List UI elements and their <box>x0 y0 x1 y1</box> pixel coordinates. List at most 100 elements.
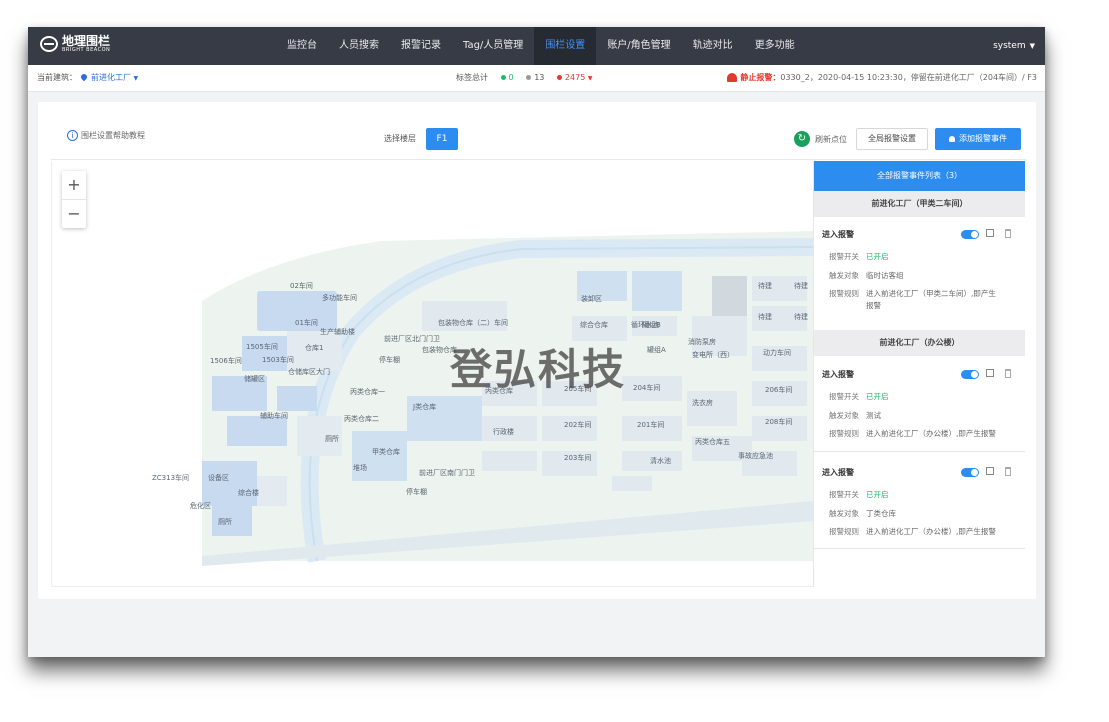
map-label: 丙类仓库二 <box>344 415 379 423</box>
rule-toggle[interactable] <box>961 468 979 477</box>
rule-target-row: 触发对象 丁类仓库 <box>829 508 896 519</box>
rule-rule-row: 报警规则 进入前进化工厂（办公楼）,即产生报警 <box>829 526 996 537</box>
map-label: 待建 <box>794 313 808 321</box>
nav-item-fence-settings[interactable]: 围栏设置 <box>534 27 597 65</box>
edit-icon[interactable] <box>986 467 994 475</box>
info-icon: i <box>67 130 78 141</box>
map-label: 消防泵房 <box>688 338 716 346</box>
rule-switch-row: 报警开关 已开启 <box>829 391 889 402</box>
trash-icon[interactable] <box>1005 229 1011 238</box>
trash-icon[interactable] <box>1005 369 1011 378</box>
map-label: 综合仓库 <box>580 321 608 329</box>
rule-rule-row: 报警规则 进入前进化工厂（办公楼）,即产生报警 <box>829 428 996 439</box>
map-label: 201车间 <box>637 421 665 429</box>
map-view[interactable]: + − 02车间 多功能车间 01车间 生产辅助楼 1505车间 1503车间 … <box>51 161 814 587</box>
map-label: 罐组B <box>642 321 661 329</box>
rule-toggle[interactable] <box>961 370 979 379</box>
fence-settings-card: i围栏设置帮助教程 选择楼层 F1 ↻ 刷新点位 全局报警设置 添加报警事件 <box>38 102 1036 599</box>
alarm-dot-icon <box>556 75 562 80</box>
edit-icon[interactable] <box>986 369 994 377</box>
trash-icon[interactable] <box>1005 467 1011 476</box>
rule-switch-row: 报警开关 已开启 <box>829 251 889 262</box>
rule-target-row: 触发对象 临时访客组 <box>829 270 904 281</box>
zoom-controls: + − <box>62 171 86 228</box>
map-label: 辅助车间 <box>260 412 288 420</box>
map-label: 1503车间 <box>262 356 294 364</box>
rule-rule-value: 进入前进化工厂（办公楼）,即产生报警 <box>866 527 996 536</box>
floor-label: 选择楼层 <box>384 134 416 143</box>
add-alarm-label: 添加报警事件 <box>959 134 1007 143</box>
nav-item-person-search[interactable]: 人员搜索 <box>328 27 390 65</box>
rule-key: 报警规则 <box>829 289 859 298</box>
rule-target-value: 测试 <box>866 411 881 420</box>
rule-key: 触发对象 <box>829 271 859 280</box>
rule-title: 进入报警 <box>822 370 854 379</box>
gray-block <box>712 276 747 316</box>
tag-stats: 标签总计 0 13 2475 ▼ <box>456 65 592 92</box>
rule-switch-value: 已开启 <box>866 252 889 261</box>
map-label: 厕所 <box>325 435 339 443</box>
map-canvas <box>202 231 814 566</box>
chevron-down-icon[interactable]: ▼ <box>588 75 593 82</box>
help-link[interactable]: i 围栏设置帮助教程 <box>67 130 145 141</box>
group-title: 前进化工厂（甲类二车间） <box>814 191 1025 217</box>
app-window: 地理围栏 BRIGHT BEACON 监控台 人员搜索 报警记录 Tag/人员管… <box>28 27 1045 657</box>
alarm-ticker[interactable]: 静止报警：0330_2，2020-04-15 10:23:30，停留在前进化工厂… <box>727 65 1037 91</box>
brand-name: 地理围栏 <box>62 34 111 48</box>
global-alarm-settings-button[interactable]: 全局报警设置 <box>856 128 928 150</box>
rule-key: 触发对象 <box>829 509 859 518</box>
map-label: 待建 <box>758 313 772 321</box>
map-label: 罐组A <box>647 346 666 354</box>
map-label: 208车间 <box>765 418 793 426</box>
add-alarm-event-button[interactable]: 添加报警事件 <box>935 128 1021 150</box>
rule-target-row: 触发对象 测试 <box>829 410 881 421</box>
map-label: 01车间 <box>295 319 318 327</box>
edit-icon[interactable] <box>986 229 994 237</box>
location-pin-icon <box>79 72 89 82</box>
map-label: 危化区 <box>190 502 211 510</box>
rule-target-value: 临时访客组 <box>866 271 904 280</box>
map-label: 1505车间 <box>246 343 278 351</box>
rule-key: 报警开关 <box>829 490 859 499</box>
map-label: 设备区 <box>208 474 229 482</box>
zoom-in-button[interactable]: + <box>62 171 86 200</box>
site-label: 当前建筑： <box>37 73 77 82</box>
map-label: 仓库1 <box>305 344 324 352</box>
map-label: 甲类仓库 <box>372 448 400 456</box>
alarm-list-header[interactable]: 全部报警事件列表（3） <box>814 161 1025 191</box>
refresh-icon[interactable]: ↻ <box>794 131 810 147</box>
card-toolbar: i 围栏设置帮助教程 选择楼层 F1 ↻ 刷新点位 全局报警设置 添加报警事件 <box>51 121 1026 160</box>
nav-item-tag-management[interactable]: Tag/人员管理 <box>452 27 534 65</box>
rule-target-value: 丁类仓库 <box>866 509 896 518</box>
map-label: 停车棚 <box>406 488 427 496</box>
rule-key: 报警开关 <box>829 252 859 261</box>
brand-logo[interactable]: 地理围栏 BRIGHT BEACON <box>40 35 110 53</box>
chevron-down-icon: ▼ <box>1029 42 1035 50</box>
site-name: 前进化工厂 <box>91 73 131 82</box>
nav-item-more[interactable]: 更多功能 <box>744 27 806 65</box>
online-dot-icon <box>500 75 506 80</box>
rule-key: 报警规则 <box>829 429 859 438</box>
alarm-label: 静止报警： <box>740 73 781 82</box>
map-label: 厕所 <box>218 518 232 526</box>
rule-toggle[interactable] <box>961 230 979 239</box>
stats-label: 标签总计 <box>456 73 488 82</box>
site-selector[interactable]: 当前建筑： 前进化工厂 ▼ <box>37 65 138 92</box>
floor-button-f1[interactable]: F1 <box>426 128 458 150</box>
map-label: 丙类仓库一 <box>350 388 385 396</box>
map-label: J类仓库 <box>413 403 437 411</box>
map-label: 203车间 <box>564 454 592 462</box>
alarm-text: 0330_2，2020-04-15 10:23:30，停留在前进化工厂（204车… <box>780 73 1037 82</box>
zoom-out-button[interactable]: − <box>62 200 86 228</box>
nav-item-account-roles[interactable]: 账户/角色管理 <box>596 27 681 65</box>
rule-key: 报警规则 <box>829 527 859 536</box>
nav-item-alarm-records[interactable]: 报警记录 <box>390 27 452 65</box>
refresh-label[interactable]: 刷新点位 <box>815 134 847 145</box>
nav-item-track-compare[interactable]: 轨迹对比 <box>682 27 744 65</box>
nav-item-monitor[interactable]: 监控台 <box>276 27 328 65</box>
stat-offline: 13 <box>534 73 545 82</box>
user-menu[interactable]: system ▼ <box>993 27 1035 65</box>
map-label: 204车间 <box>633 384 661 392</box>
stat-alarm[interactable]: 2475 <box>565 73 585 82</box>
map-label: 206车间 <box>765 386 793 394</box>
